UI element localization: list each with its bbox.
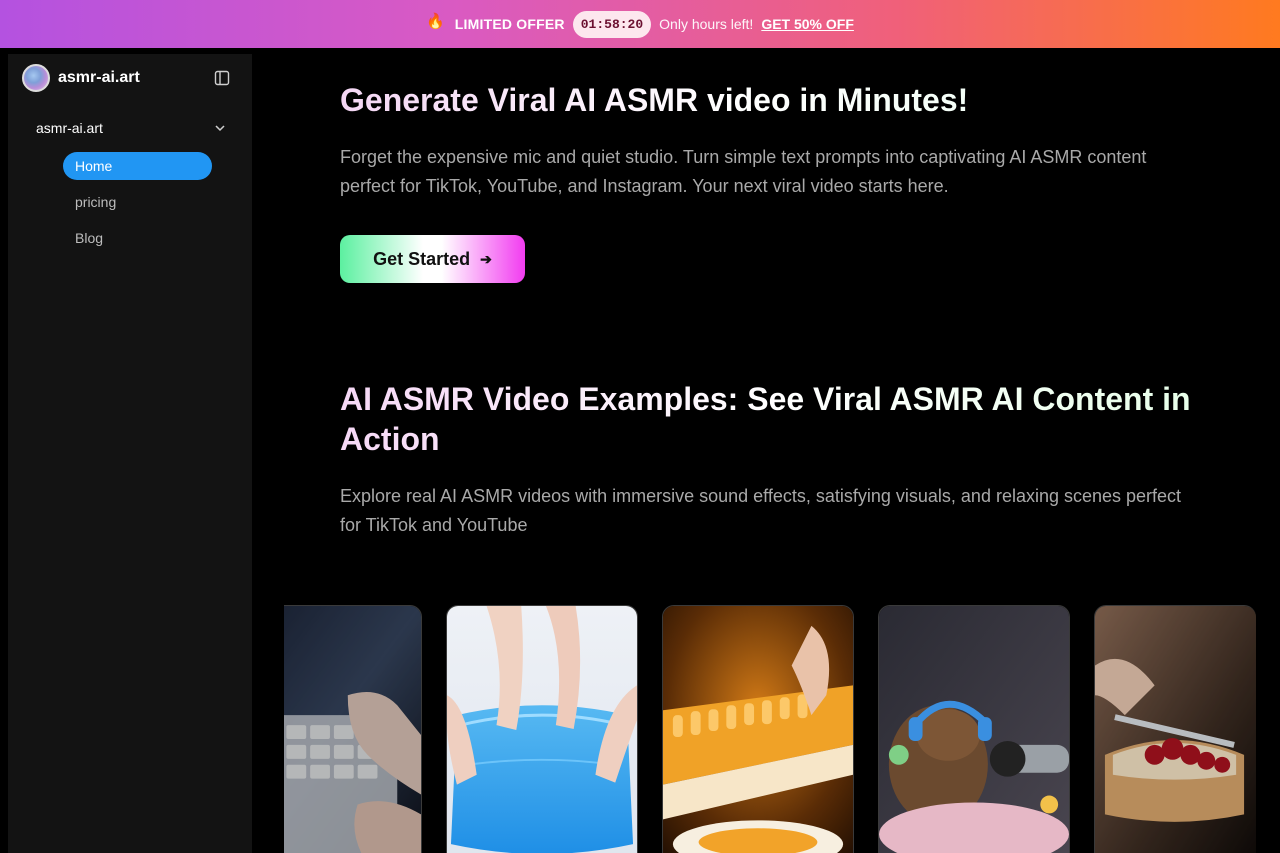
limited-offer-label: LIMITED OFFER	[454, 16, 565, 32]
video-card-keyboard[interactable]	[284, 605, 422, 853]
video-card-blue-jelly[interactable]	[446, 605, 638, 853]
video-card-jam-toast[interactable]	[1094, 605, 1256, 853]
countdown-timer: 01:58:20	[572, 10, 652, 38]
fire-icon: 🔥	[426, 13, 445, 30]
video-card-capybara[interactable]	[878, 605, 1070, 853]
promo-banner: 🔥 LIMITED OFFER 01:58:20 Only hours left…	[0, 0, 1280, 48]
brand[interactable]: asmr-ai.art	[22, 64, 140, 92]
sidebar-item-pricing[interactable]: pricing	[63, 188, 212, 216]
brand-name: asmr-ai.art	[58, 69, 140, 86]
examples-title: AI ASMR Video Examples: See Viral ASMR A…	[340, 379, 1220, 459]
nav-group-label: asmr-ai.art	[36, 120, 103, 136]
get-started-label: Get Started	[373, 248, 471, 269]
get-started-button[interactable]: Get Started ➔	[340, 235, 525, 283]
brand-logo	[22, 64, 50, 92]
hours-left-text: Only hours left!	[659, 16, 754, 32]
sidebar-item-home[interactable]: Home	[63, 152, 212, 180]
sidebar-item-blog[interactable]: Blog	[63, 224, 212, 252]
nav-group-toggle[interactable]: asmr-ai.art	[36, 118, 226, 138]
main-content: Generate Viral AI ASMR video in Minutes!…	[252, 48, 1280, 853]
sidebar-toggle-icon[interactable]	[214, 70, 230, 86]
sidebar: asmr-ai.art asmr-ai.art Home pricing Blo…	[8, 54, 252, 853]
get-discount-link[interactable]: GET 50% OFF	[761, 16, 854, 32]
hero-title: Generate Viral AI ASMR video in Minutes!	[340, 82, 1200, 118]
video-card-honey-piano[interactable]	[662, 605, 854, 853]
examples-description: Explore real AI ASMR videos with immersi…	[340, 486, 1182, 535]
sidebar-nav: Home pricing Blog	[63, 152, 212, 260]
hero-description: Forget the expensive mic and quiet studi…	[340, 147, 1147, 196]
arrow-right-icon: ➔	[480, 250, 492, 267]
chevron-down-icon	[215, 125, 225, 132]
video-examples-carousel	[284, 605, 1256, 853]
